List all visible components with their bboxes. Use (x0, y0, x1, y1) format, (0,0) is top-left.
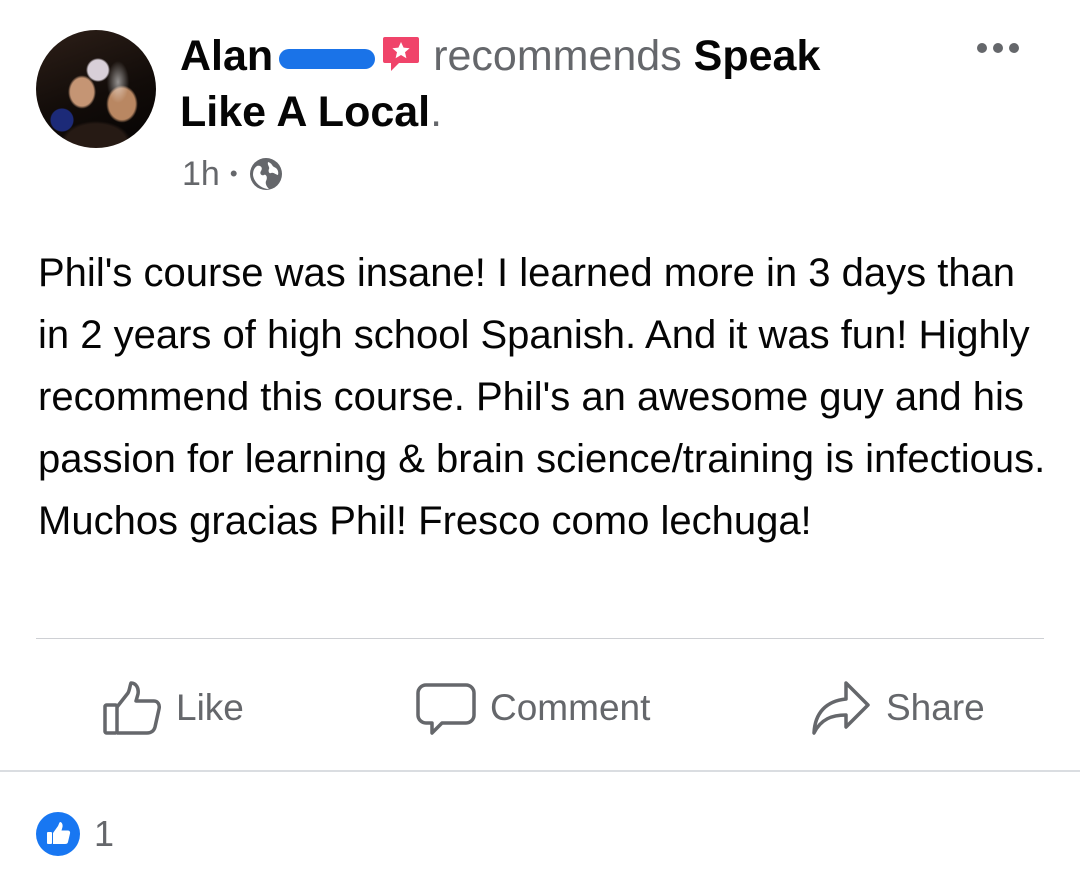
author-line: Alan recommends Speak Like A Local. (180, 28, 940, 140)
action-bar: Like Comment Share (0, 660, 1080, 756)
separator: • (229, 161, 238, 186)
post-meta: 1h • (182, 152, 284, 196)
page-name-part2[interactable]: Like A Local (180, 88, 430, 136)
like-label: Like (176, 687, 244, 728)
avatar[interactable] (36, 30, 156, 148)
like-button[interactable]: Like (102, 660, 244, 756)
comment-bubble-icon (416, 683, 476, 735)
dot-icon (993, 43, 1003, 53)
comment-label: Comment (490, 687, 651, 728)
post-header: Alan recommends Speak Like A Local. 1h • (0, 0, 1080, 210)
page-name-part1[interactable]: Speak (694, 32, 821, 80)
star-speech-bubble-icon (383, 37, 420, 71)
dot-icon (1009, 43, 1019, 53)
comment-button[interactable]: Comment (416, 660, 650, 756)
redaction-mark (279, 48, 376, 69)
reaction-count: 1 (94, 813, 115, 854)
share-button[interactable]: Share (810, 660, 985, 756)
period: . (430, 88, 443, 136)
post-body: Phil's course was insane! I learned more… (38, 251, 1046, 543)
share-label: Share (886, 687, 985, 728)
like-thumb-outline-icon (103, 681, 161, 735)
divider (36, 638, 1044, 639)
divider (0, 770, 1080, 772)
share-arrow-icon (812, 681, 870, 735)
globe-icon[interactable] (248, 156, 284, 192)
recommends-text: recommends (433, 32, 682, 80)
reactions-summary[interactable]: 1 (36, 812, 114, 856)
timestamp[interactable]: 1h (182, 155, 220, 194)
more-options-button[interactable] (968, 28, 1028, 68)
author-name[interactable]: Alan (180, 32, 273, 80)
like-thumb-icon (36, 812, 80, 856)
dot-icon (977, 43, 987, 53)
